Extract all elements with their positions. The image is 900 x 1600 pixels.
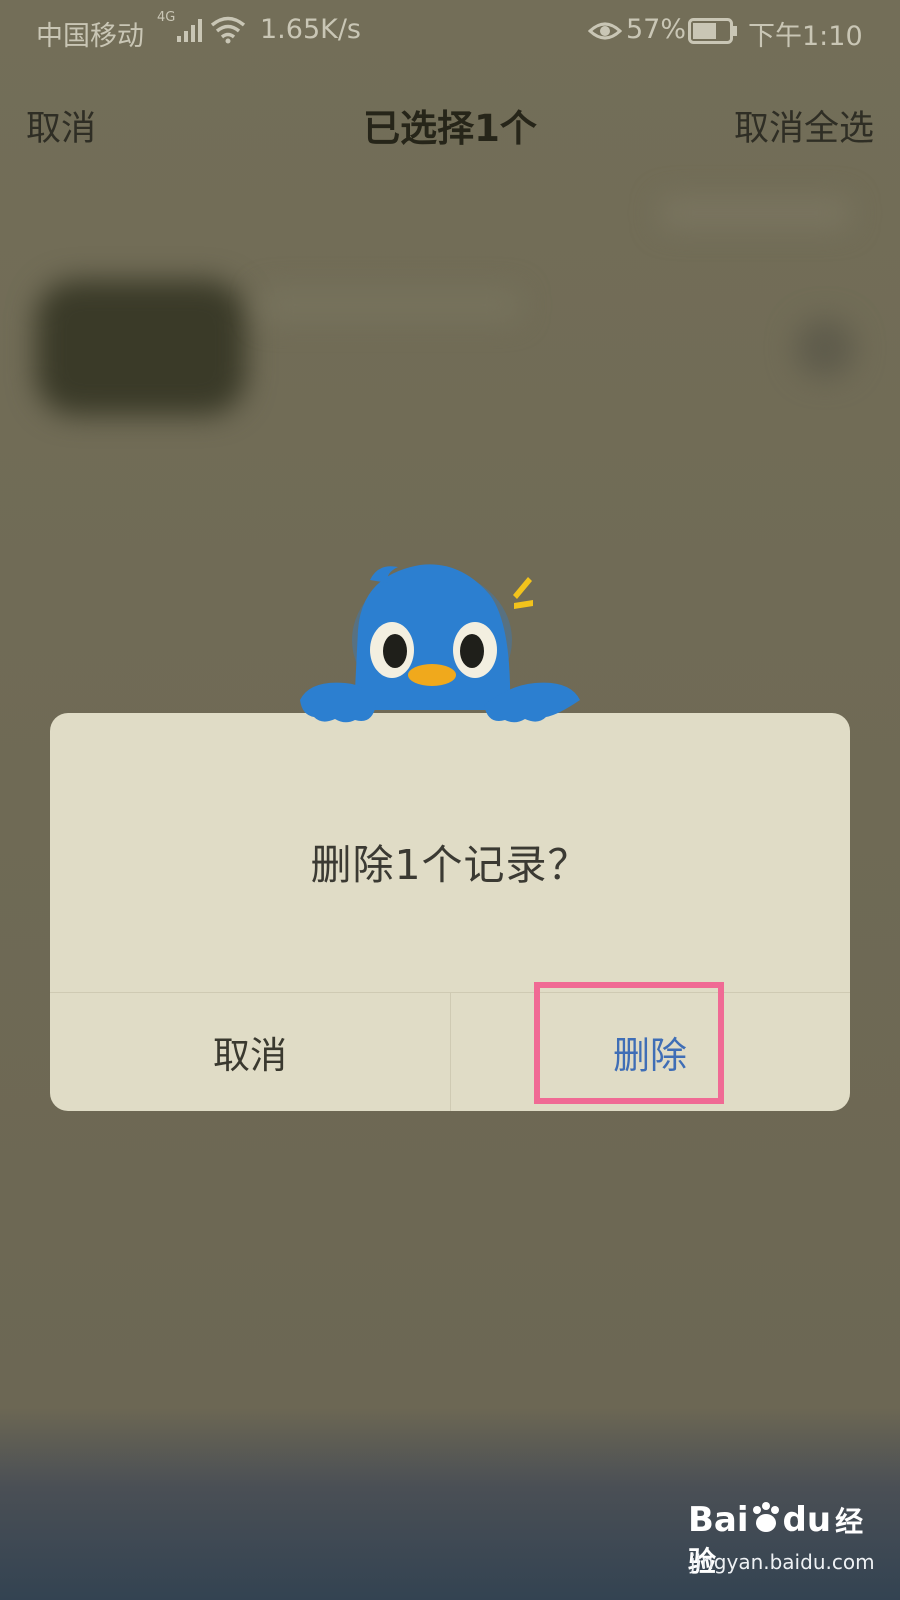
blurred-text-line — [260, 290, 520, 320]
cancel-button[interactable]: 取消 — [50, 993, 450, 1111]
wifi-icon — [210, 16, 246, 44]
network-type: 4G — [157, 10, 176, 25]
deselect-all-button[interactable]: 取消全选 — [734, 100, 874, 151]
watermark-url: jingyan.baidu.com — [690, 1550, 875, 1574]
paw-icon — [749, 1500, 783, 1540]
blurred-icon — [795, 318, 855, 378]
network-speed: 1.65K/s — [260, 14, 361, 45]
signal-icon — [177, 19, 202, 42]
selection-toolbar: 取消 已选择1个 取消全选 — [0, 80, 900, 160]
blurred-label — [660, 198, 850, 228]
battery-icon — [688, 18, 737, 44]
baidu-jingyan-watermark: Bai du 经验 jingyan.baidu.com — [688, 1500, 888, 1590]
clock: 下午1:10 — [748, 21, 863, 52]
eye-comfort-icon — [588, 22, 622, 40]
carrier-name: 中国移动 — [36, 21, 144, 52]
battery-percent: 57% — [626, 14, 687, 45]
status-bar: 中国移动 4G 1.65K/s 57% 下午1:10 — [0, 0, 900, 62]
delete-highlight-box — [534, 982, 724, 1104]
blurred-thumbnail — [36, 280, 246, 415]
bird-mascot-icon — [300, 564, 580, 723]
dialog-message: 删除1个记录？ — [310, 841, 590, 889]
delete-confirm-dialog: 删除1个记录？ 取消 删除 — [50, 713, 850, 1111]
